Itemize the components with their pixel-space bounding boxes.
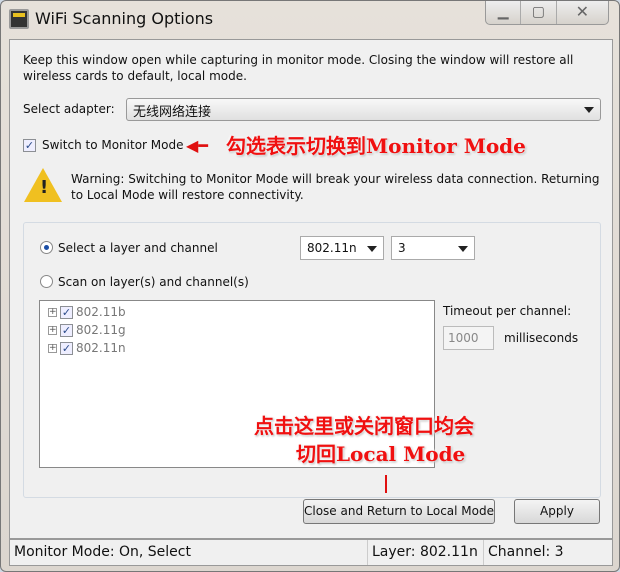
scan-layers-radio[interactable] — [40, 275, 53, 288]
monitor-mode-label: Switch to Monitor Mode — [42, 138, 184, 152]
arrow-down-icon — [385, 475, 387, 493]
tree-checkbox[interactable]: ✓ — [60, 305, 73, 319]
adapter-select[interactable]: 无线网络连接 — [126, 98, 601, 121]
annotation-close: 点击这里或关闭窗口均会 — [254, 414, 474, 438]
chevron-down-icon — [367, 246, 377, 252]
tree-checkbox[interactable]: ✓ — [60, 323, 73, 337]
window-controls: ▁ ▢ ✕ — [485, 1, 609, 25]
select-layer-label: Select a layer and channel — [58, 241, 218, 255]
dialog-body: Keep this window open while capturing in… — [9, 39, 613, 539]
channel-value: 3 — [398, 241, 406, 255]
select-layer-radio[interactable] — [40, 241, 53, 254]
chevron-down-icon — [458, 246, 468, 252]
tree-item[interactable]: + ✓ 802.11g — [48, 323, 126, 337]
close-return-button[interactable]: Close and Return to Local Mode — [303, 499, 495, 524]
chevron-down-icon — [584, 107, 594, 113]
scan-layers-label: Scan on layer(s) and channel(s) — [58, 275, 249, 289]
tree-checkbox[interactable]: ✓ — [60, 341, 73, 355]
adapter-value: 无线网络连接 — [133, 105, 212, 120]
tree-label: 802.11n — [76, 341, 126, 355]
window: WiFi Scanning Options ▁ ▢ ✕ Keep this wi… — [0, 0, 620, 572]
monitor-mode-checkbox[interactable]: ✓ — [23, 139, 36, 152]
status-bar: Monitor Mode: On, Select Layer: 802.11n … — [9, 539, 613, 566]
maximize-button[interactable]: ▢ — [521, 1, 557, 24]
app-icon — [9, 9, 29, 29]
channel-dropdown[interactable]: 3 — [391, 236, 475, 260]
expand-icon[interactable]: + — [48, 325, 57, 335]
minimize-button[interactable]: ▁ — [486, 1, 522, 24]
layer-value: 802.11n — [307, 241, 357, 255]
timeout-input[interactable]: 1000 — [443, 326, 494, 350]
annotation-close-2: 切回Local Mode — [296, 442, 466, 466]
tree-item[interactable]: + ✓ 802.11b — [48, 305, 126, 319]
warning-icon: ! — [24, 168, 62, 202]
status-channel: Channel: 3 — [488, 544, 564, 560]
tree-label: 802.11b — [76, 305, 126, 319]
tree-item[interactable]: + ✓ 802.11n — [48, 341, 126, 355]
close-button[interactable]: ✕ — [557, 1, 608, 24]
intro-text: Keep this window open while capturing in… — [23, 53, 574, 83]
tree-label: 802.11g — [76, 323, 126, 337]
layer-dropdown[interactable]: 802.11n — [300, 236, 384, 260]
adapter-label: Select adapter: — [23, 102, 115, 116]
warning-text: Warning: Switching to Monitor Mode will … — [71, 172, 600, 202]
status-layer: Layer: 802.11n — [368, 540, 484, 565]
annotation-monitor: 勾选表示切换到Monitor Mode — [226, 134, 526, 158]
status-mode: Monitor Mode: On, Select — [10, 540, 368, 565]
timeout-label: Timeout per channel: — [443, 304, 572, 318]
apply-button[interactable]: Apply — [514, 499, 600, 524]
expand-icon[interactable]: + — [48, 343, 57, 353]
timeout-unit: milliseconds — [504, 331, 579, 345]
arrow-left-icon: ◀━ — [186, 136, 208, 155]
window-title: WiFi Scanning Options — [35, 9, 214, 28]
expand-icon[interactable]: + — [48, 307, 57, 317]
